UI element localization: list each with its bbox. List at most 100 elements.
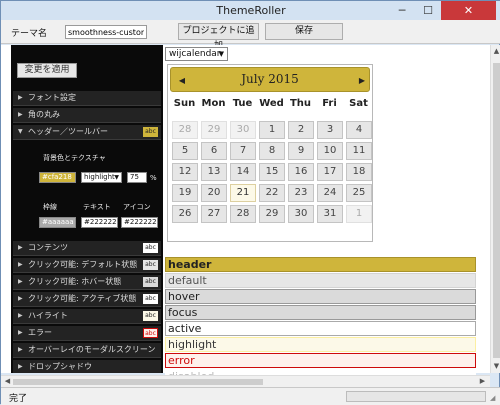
arrow-left-icon: ◀ bbox=[178, 76, 186, 85]
calendar-day[interactable]: 1 bbox=[259, 121, 285, 139]
section-modal-overlay[interactable]: ▶ オーバーレイのモーダルスクリーン bbox=[13, 343, 161, 358]
minimize-button[interactable]: ─ bbox=[389, 1, 415, 20]
calendar-day[interactable]: 26 bbox=[172, 205, 198, 223]
save-button[interactable]: 保存 bbox=[265, 23, 343, 40]
preview-badge: abc bbox=[143, 260, 158, 270]
weekday-sun: Sun bbox=[173, 98, 196, 109]
content-area: 変更を適用 ▶ フォント設定 ▶ 角の丸み ▼ ヘッダー／ツールバー abc 背景色とテ… bbox=[1, 45, 490, 384]
scroll-up-icon[interactable]: ▲ bbox=[491, 47, 500, 55]
texture-select[interactable]: highlight ▼ bbox=[81, 172, 122, 183]
horizontal-scroll-thumb[interactable] bbox=[13, 379, 263, 385]
maximize-button[interactable]: ☐ bbox=[415, 1, 441, 20]
section-label: ヘッダー／ツールバー bbox=[28, 127, 108, 136]
calendar-day[interactable]: 12 bbox=[172, 163, 198, 181]
weekday-sat: Sat bbox=[349, 98, 368, 109]
text-color-label: テキスト bbox=[83, 203, 111, 211]
section-error[interactable]: ▶ エラー abc bbox=[13, 326, 161, 341]
section-clickable-active[interactable]: ▶ クリック可能: アクティブ状態 abc bbox=[13, 292, 161, 307]
scroll-left-icon[interactable]: ◀ bbox=[2, 377, 13, 385]
calendar-day[interactable]: 6 bbox=[201, 142, 227, 160]
icon-color-input[interactable]: #222222 bbox=[121, 217, 158, 228]
section-highlight[interactable]: ▶ ハイライト abc bbox=[13, 309, 161, 324]
calendar-day[interactable]: 10 bbox=[317, 142, 343, 160]
opacity-input[interactable]: 75 bbox=[127, 172, 147, 183]
state-preview-error: error bbox=[165, 353, 476, 368]
border-color-input[interactable]: #aaaaaa bbox=[39, 217, 76, 228]
calendar-day[interactable]: 14 bbox=[230, 163, 256, 181]
icon-color-label: アイコン bbox=[123, 203, 151, 211]
section-label: フォント設定 bbox=[28, 93, 76, 102]
calendar-day[interactable]: 30 bbox=[288, 205, 314, 223]
close-button[interactable]: ✕ bbox=[441, 1, 496, 20]
add-to-project-button[interactable]: プロジェクトに追加 bbox=[178, 23, 259, 51]
calendar-day[interactable]: 9 bbox=[288, 142, 314, 160]
calendar-day[interactable]: 21 bbox=[230, 184, 256, 202]
calendar-day[interactable]: 2 bbox=[288, 121, 314, 139]
scroll-down-icon[interactable]: ▼ bbox=[491, 362, 500, 370]
bg-texture-label: 背景色とテクスチャ bbox=[43, 154, 106, 162]
horizontal-scrollbar[interactable]: ◀ ▶ bbox=[1, 375, 490, 387]
calendar-day-other-month: 28 bbox=[172, 121, 198, 139]
calendar-day[interactable]: 5 bbox=[172, 142, 198, 160]
expand-arrow-icon: ▶ bbox=[18, 261, 23, 268]
status-text: 完了 bbox=[9, 394, 28, 404]
expand-arrow-icon: ▶ bbox=[18, 363, 23, 370]
apply-changes-button[interactable]: 変更を適用 bbox=[17, 63, 77, 78]
calendar-day[interactable]: 16 bbox=[288, 163, 314, 181]
text-color-input[interactable]: #222222 bbox=[81, 217, 118, 228]
section-corner-radius[interactable]: ▶ 角の丸み bbox=[13, 108, 161, 123]
title-bar[interactable]: ThemeRoller ─ ☐ ✕ bbox=[1, 1, 500, 20]
calendar-day[interactable]: 28 bbox=[230, 205, 256, 223]
scroll-right-icon[interactable]: ▶ bbox=[477, 377, 488, 385]
next-month-button[interactable]: ▶ bbox=[355, 74, 369, 88]
calendar-day[interactable]: 29 bbox=[259, 205, 285, 223]
expand-arrow-icon: ▶ bbox=[18, 346, 23, 353]
calendar-day[interactable]: 13 bbox=[201, 163, 227, 181]
section-font-settings[interactable]: ▶ フォント設定 bbox=[13, 91, 161, 106]
calendar-day[interactable]: 8 bbox=[259, 142, 285, 160]
calendar-day[interactable]: 15 bbox=[259, 163, 285, 181]
widget-select[interactable]: wijcalendar ▼ bbox=[165, 47, 228, 61]
expand-arrow-icon: ▶ bbox=[18, 295, 23, 302]
collapse-arrow-icon: ▼ bbox=[18, 128, 23, 135]
maximize-icon: ☐ bbox=[423, 4, 433, 17]
calendar-day[interactable]: 19 bbox=[172, 184, 198, 202]
section-header-toolbar[interactable]: ▼ ヘッダー／ツールバー abc bbox=[13, 125, 161, 140]
prev-month-button[interactable]: ◀ bbox=[175, 74, 189, 88]
vertical-scroll-thumb[interactable] bbox=[493, 63, 500, 358]
preview-badge: abc bbox=[143, 311, 158, 321]
calendar-day[interactable]: 7 bbox=[230, 142, 256, 160]
preview-badge: abc bbox=[143, 328, 158, 338]
theme-settings-panel: 変更を適用 ▶ フォント設定 ▶ 角の丸み ▼ ヘッダー／ツールバー abc 背景色とテ… bbox=[11, 45, 163, 373]
weekday-tue: Tue bbox=[232, 98, 253, 109]
chevron-down-icon: ▼ bbox=[218, 50, 224, 58]
calendar-day[interactable]: 24 bbox=[317, 184, 343, 202]
theme-name-label: テーマ名 bbox=[11, 29, 48, 39]
calendar-day[interactable]: 3 bbox=[317, 121, 343, 139]
preview-badge: abc bbox=[143, 243, 158, 253]
calendar-day[interactable]: 27 bbox=[201, 205, 227, 223]
preview-badge: abc bbox=[143, 294, 158, 304]
vertical-scrollbar[interactable]: ▲ ▼ bbox=[490, 45, 500, 373]
section-clickable-default[interactable]: ▶ クリック可能: デフォルト状態 abc bbox=[13, 258, 161, 273]
section-content[interactable]: ▶ コンテンツ abc bbox=[13, 241, 161, 256]
resize-grip-icon[interactable]: ◢ bbox=[490, 394, 495, 402]
calendar-day[interactable]: 25 bbox=[346, 184, 372, 202]
calendar-day[interactable]: 22 bbox=[259, 184, 285, 202]
calendar-day-other-month: 30 bbox=[230, 121, 256, 139]
calendar-day[interactable]: 18 bbox=[346, 163, 372, 181]
calendar-day[interactable]: 20 bbox=[201, 184, 227, 202]
calendar-day[interactable]: 4 bbox=[346, 121, 372, 139]
calendar-day[interactable]: 11 bbox=[346, 142, 372, 160]
theme-name-input[interactable] bbox=[65, 25, 147, 39]
state-preview-active: active bbox=[165, 321, 476, 336]
section-drop-shadow[interactable]: ▶ ドロップシャドウ bbox=[13, 360, 161, 373]
state-preview-header: header bbox=[165, 257, 476, 272]
state-preview-default: default bbox=[165, 273, 476, 288]
section-clickable-hover[interactable]: ▶ クリック可能: ホバー状態 abc bbox=[13, 275, 161, 290]
bg-color-input[interactable]: #cfa218 bbox=[39, 172, 76, 183]
calendar-day[interactable]: 17 bbox=[317, 163, 343, 181]
calendar-day[interactable]: 23 bbox=[288, 184, 314, 202]
calendar-day[interactable]: 31 bbox=[317, 205, 343, 223]
expand-arrow-icon: ▶ bbox=[18, 312, 23, 319]
